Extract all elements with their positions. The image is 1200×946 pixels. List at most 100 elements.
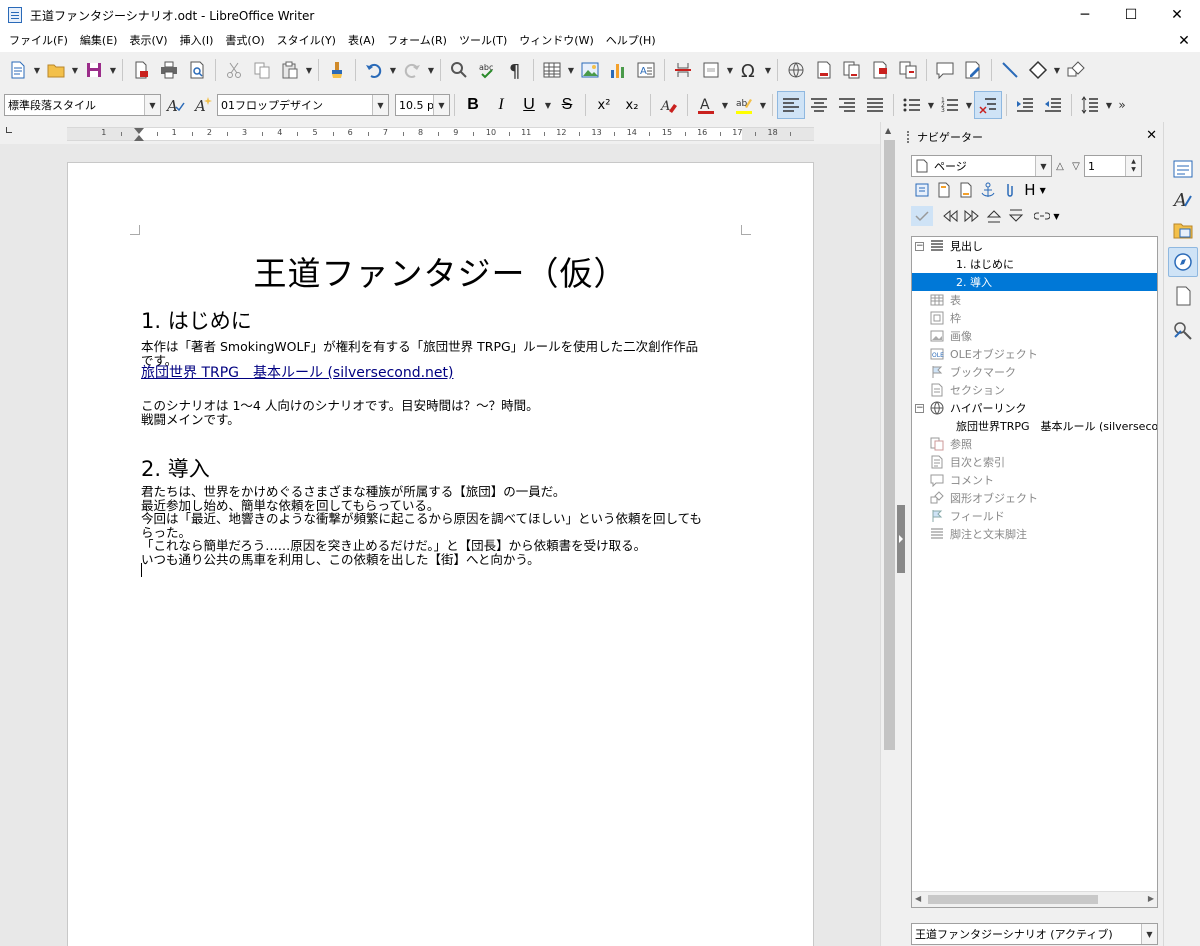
menu-table[interactable]: 表(A) [342, 30, 381, 52]
navigator-tree[interactable]: − 見出し 1. はじめに 2. 導入 表 枠 画像 OLE OLEオブジェクト [911, 236, 1158, 908]
previous-icon[interactable]: △ [1052, 157, 1068, 175]
font-size-select[interactable]: 10.5 pt ▼ [395, 94, 450, 116]
paste-icon[interactable] [276, 56, 304, 84]
unordered-list-icon[interactable] [898, 91, 926, 119]
insert-field-icon[interactable] [697, 56, 725, 84]
comment-page-icon[interactable] [866, 56, 894, 84]
tree-item-sections[interactable]: セクション [912, 381, 1157, 399]
tree-item-fields[interactable]: フィールド [912, 507, 1157, 525]
strikethrough-button[interactable]: S [553, 91, 581, 119]
footnote-icon[interactable] [810, 56, 838, 84]
close-window-button[interactable]: ✕ [1154, 0, 1200, 30]
scrollbar-thumb[interactable] [928, 895, 1098, 904]
menu-form[interactable]: フォーム(R) [381, 30, 453, 52]
save-dropdown-icon[interactable]: ▼ [108, 56, 118, 84]
cut-icon[interactable] [220, 56, 248, 84]
clear-formatting-icon[interactable]: A [655, 91, 683, 119]
bold-button[interactable]: B [459, 91, 487, 119]
decrease-indent-icon[interactable] [1039, 91, 1067, 119]
field-dropdown-icon[interactable]: ▼ [725, 56, 735, 84]
tree-item-hyperlink[interactable]: 旅団世界TRPG 基本ルール (silversecond.net) [912, 417, 1157, 435]
promote-level-icon[interactable] [983, 206, 1005, 226]
tree-item-frames[interactable]: 枠 [912, 309, 1157, 327]
font-color-icon[interactable]: A [692, 91, 720, 119]
tree-item-comments[interactable]: コメント [912, 471, 1157, 489]
tree-item-images[interactable]: 画像 [912, 327, 1157, 345]
line-spacing-dropdown-icon[interactable]: ▼ [1104, 91, 1114, 119]
heading-dounyu[interactable]: 2. 導入 [141, 453, 210, 483]
insert-chart-icon[interactable] [604, 56, 632, 84]
menu-format[interactable]: 書式(O) [219, 30, 270, 52]
footer-icon[interactable] [955, 180, 977, 200]
document-title[interactable]: 王道ファンタジー（仮） [68, 247, 813, 295]
redo-dropdown-icon[interactable]: ▼ [426, 56, 436, 84]
indent-marker-icon[interactable] [134, 128, 144, 134]
scroll-left-icon[interactable]: ◀ [915, 894, 921, 903]
drag-grip-icon[interactable] [907, 131, 911, 143]
drag-mode-icon[interactable]: ▼ [1031, 206, 1063, 226]
menu-styles[interactable]: スタイル(Y) [271, 30, 342, 52]
highlight-color-icon[interactable]: ab [730, 91, 758, 119]
justify-button[interactable] [861, 91, 889, 119]
menu-insert[interactable]: 挿入(I) [174, 30, 220, 52]
highlight-dropdown-icon[interactable]: ▼ [758, 91, 768, 119]
properties-tab-icon[interactable] [1168, 154, 1198, 184]
underline-button[interactable]: U [515, 91, 543, 119]
italic-button[interactable]: I [487, 91, 515, 119]
menu-view[interactable]: 表示(V) [123, 30, 173, 52]
tree-item-drawing[interactable]: 図形オブジェクト [912, 489, 1157, 507]
promote-chapter-icon[interactable] [939, 206, 961, 226]
tree-item-heading-selected[interactable]: 2. 導入 [912, 273, 1157, 291]
endnote-icon[interactable] [838, 56, 866, 84]
print-icon[interactable] [155, 56, 183, 84]
font-color-dropdown-icon[interactable]: ▼ [720, 91, 730, 119]
header-icon[interactable] [933, 180, 955, 200]
collapse-icon[interactable]: − [915, 403, 924, 413]
menu-tools[interactable]: ツール(T) [453, 30, 513, 52]
clone-formatting-icon[interactable] [323, 56, 351, 84]
menu-edit[interactable]: 編集(E) [74, 30, 124, 52]
page-break-icon[interactable] [669, 56, 697, 84]
tree-item-bookmarks[interactable]: ブックマーク [912, 363, 1157, 381]
rules-hyperlink[interactable]: 旅団世界 TRPG 基本ルール (silversecond.net) [141, 365, 453, 381]
basic-shapes-icon[interactable] [1024, 56, 1052, 84]
subscript-button[interactable]: x₂ [618, 91, 646, 119]
tree-item-indexes[interactable]: 目次と索引 [912, 453, 1157, 471]
indent-marker-icon[interactable] [134, 135, 144, 141]
document-page[interactable]: 王道ファンタジー（仮） 1. はじめに 本作は「著者 SmokingWOLF」が… [67, 162, 814, 946]
toggle-icon[interactable] [911, 180, 933, 200]
menu-window[interactable]: ウィンドウ(W) [513, 30, 599, 52]
hyperlink-icon[interactable] [782, 56, 810, 84]
sidebar-collapse-handle[interactable] [897, 505, 905, 573]
align-right-button[interactable] [833, 91, 861, 119]
content-navigation-view-icon[interactable] [911, 206, 933, 226]
gallery-tab-icon[interactable] [1168, 215, 1198, 245]
font-name-select[interactable]: 01フロップデザイン ▼ [217, 94, 389, 116]
heading-hajimeni[interactable]: 1. はじめに [141, 305, 252, 335]
page-tab-icon[interactable] [1168, 281, 1198, 311]
cross-reference-icon[interactable] [894, 56, 922, 84]
increase-indent-icon[interactable] [1011, 91, 1039, 119]
tree-item-references[interactable]: 参照 [912, 435, 1157, 453]
new-style-icon[interactable]: A [189, 91, 217, 119]
outline-list-icon[interactable] [974, 91, 1002, 119]
scroll-right-icon[interactable]: ▶ [1148, 894, 1154, 903]
demote-level-icon[interactable] [1005, 206, 1027, 226]
menu-file[interactable]: ファイル(F) [3, 30, 74, 52]
find-replace-icon[interactable] [445, 56, 473, 84]
table-dropdown-icon[interactable]: ▼ [566, 56, 576, 84]
style-inspector-tab-icon[interactable] [1168, 315, 1198, 345]
tree-item-ole[interactable]: OLE OLEオブジェクト [912, 345, 1157, 363]
spelling-icon[interactable]: abc [473, 56, 501, 84]
insert-table-icon[interactable] [538, 56, 566, 84]
track-changes-icon[interactable] [959, 56, 987, 84]
tree-item-footnotes[interactable]: 脚注と文末脚注 [912, 525, 1157, 543]
open-folder-icon[interactable] [42, 56, 70, 84]
paragraph-introduction[interactable]: 君たちは、世界をかけめぐるさまざまな種族が所属する【旅団】の一員だ。 最近参加し… [141, 485, 751, 566]
tree-item-heading[interactable]: 1. はじめに [912, 255, 1157, 273]
close-document-button[interactable]: ✕ [1174, 30, 1194, 52]
shapes-dropdown-icon[interactable]: ▼ [1052, 56, 1062, 84]
print-preview-icon[interactable] [183, 56, 211, 84]
copy-icon[interactable] [248, 56, 276, 84]
paste-dropdown-icon[interactable]: ▼ [304, 56, 314, 84]
